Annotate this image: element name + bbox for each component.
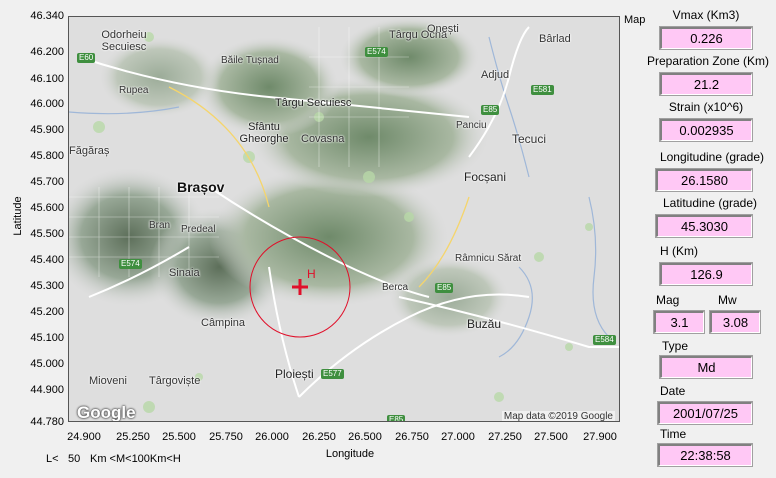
preparation-zone-overlay — [249, 236, 351, 338]
x-tick-label: 27.000 — [441, 431, 475, 443]
x-tick-label: 26.500 — [348, 431, 382, 443]
type-label: Type — [662, 339, 689, 353]
y-tick-label: 45.000 — [30, 358, 64, 370]
depth-label: H (Km) — [660, 244, 698, 258]
y-tick-label: 44.780 — [30, 416, 64, 428]
y-tick-label: 45.300 — [30, 280, 64, 292]
longitude-label: Longitudine (grade) — [659, 150, 765, 164]
type-field[interactable]: Md — [659, 355, 753, 379]
range-text: Km <M<100Km<H — [90, 453, 181, 465]
x-tick-label: 26.750 — [395, 431, 429, 443]
map-attribution: Map data ©2019 Google — [501, 411, 615, 422]
y-tick-label: 46.340 — [30, 10, 64, 22]
mag-field[interactable]: 3.1 — [653, 310, 705, 334]
depth-field[interactable]: 126.9 — [659, 262, 753, 286]
l-label: L< — [46, 453, 59, 465]
x-axis-label: Longitude — [325, 448, 375, 460]
y-tick-label: 45.500 — [30, 228, 64, 240]
l-value[interactable]: 50 — [68, 453, 80, 465]
x-tick-label: 26.000 — [255, 431, 289, 443]
y-tick-label: 46.000 — [30, 98, 64, 110]
time-field[interactable]: 22:38:58 — [657, 443, 753, 467]
y-tick-label: 44.900 — [30, 384, 64, 396]
y-tick-label: 45.100 — [30, 332, 64, 344]
mag-label: Mag — [656, 293, 680, 307]
preparation-zone-label: Preparation Zone (Km) — [646, 54, 770, 68]
y-tick-label: 46.100 — [30, 73, 64, 85]
latitude-field[interactable]: 45.3030 — [655, 214, 753, 238]
x-tick-label: 25.750 — [209, 431, 243, 443]
y-tick-label: 45.200 — [30, 306, 64, 318]
vmax-label: Vmax (Km3) — [672, 8, 740, 22]
map-tab-label[interactable]: Map — [624, 14, 645, 26]
time-label: Time — [660, 427, 687, 441]
x-tick-label: 25.250 — [116, 431, 150, 443]
strain-field[interactable]: 0.002935 — [659, 118, 753, 142]
preparation-zone-field[interactable]: 21.2 — [659, 72, 753, 96]
y-tick-label: 45.800 — [30, 150, 64, 162]
y-tick-label: 45.900 — [30, 124, 64, 136]
map-view[interactable]: Odorheiu Secuiesc Băile Tușnad Târgu Ocna O… — [68, 16, 620, 422]
epicenter-marker — [292, 279, 308, 295]
vmax-field[interactable]: 0.226 — [659, 26, 753, 50]
mw-field[interactable]: 3.08 — [709, 310, 761, 334]
y-tick-label: 45.600 — [30, 202, 64, 214]
x-tick-label: 27.500 — [534, 431, 568, 443]
x-tick-label: 26.250 — [302, 431, 336, 443]
hypocenter-label: H — [307, 267, 316, 281]
x-tick-label: 27.250 — [488, 431, 522, 443]
x-tick-label: 27.900 — [583, 431, 617, 443]
google-logo: Google — [77, 403, 136, 422]
y-tick-label: 45.400 — [30, 254, 64, 266]
y-tick-label: 45.700 — [30, 176, 64, 188]
date-label: Date — [660, 384, 686, 398]
mw-label: Mw — [718, 293, 737, 307]
y-tick-label: 46.200 — [30, 46, 64, 58]
longitude-field[interactable]: 26.1580 — [655, 168, 753, 192]
latitude-label: Latitudine (grade) — [662, 196, 758, 210]
x-tick-label: 24.900 — [67, 431, 101, 443]
strain-label: Strain (x10^6) — [668, 100, 744, 114]
x-tick-label: 25.500 — [162, 431, 196, 443]
date-field[interactable]: 2001/07/25 — [657, 401, 753, 425]
